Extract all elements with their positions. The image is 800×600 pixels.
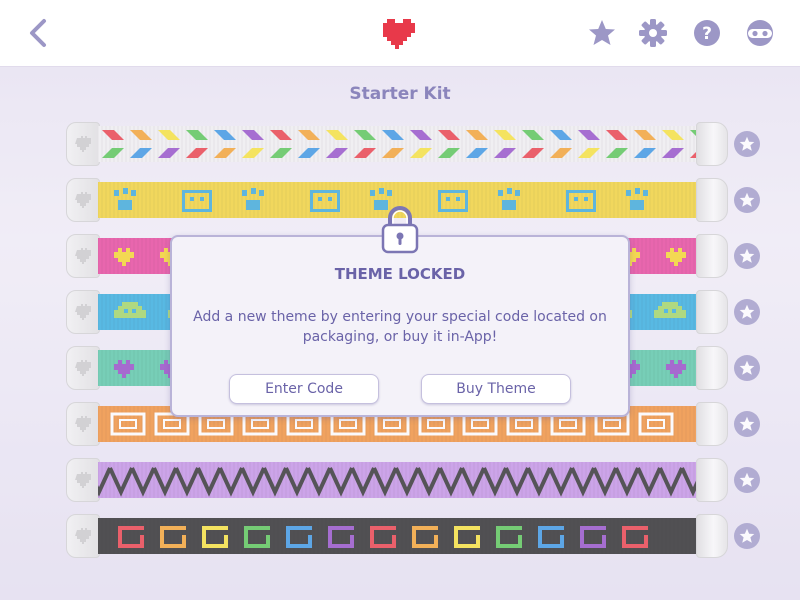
top-bar: ? xyxy=(0,0,800,67)
heart-icon xyxy=(383,19,415,49)
lock-icon xyxy=(381,206,419,254)
enter-code-button[interactable]: Enter Code xyxy=(229,374,379,404)
buy-theme-button[interactable]: Buy Theme xyxy=(421,374,571,404)
theme-locked-dialog: THEME LOCKED Add a new theme by entering… xyxy=(170,235,630,417)
svg-text:?: ? xyxy=(702,24,712,44)
gear-icon[interactable] xyxy=(637,17,669,49)
dialog-title: THEME LOCKED xyxy=(334,265,466,283)
mask-icon[interactable] xyxy=(744,17,776,49)
dialog-message: Add a new theme by entering your special… xyxy=(193,309,607,345)
help-icon[interactable]: ? xyxy=(691,17,723,49)
back-icon[interactable] xyxy=(22,17,54,49)
star-icon[interactable] xyxy=(586,17,618,49)
